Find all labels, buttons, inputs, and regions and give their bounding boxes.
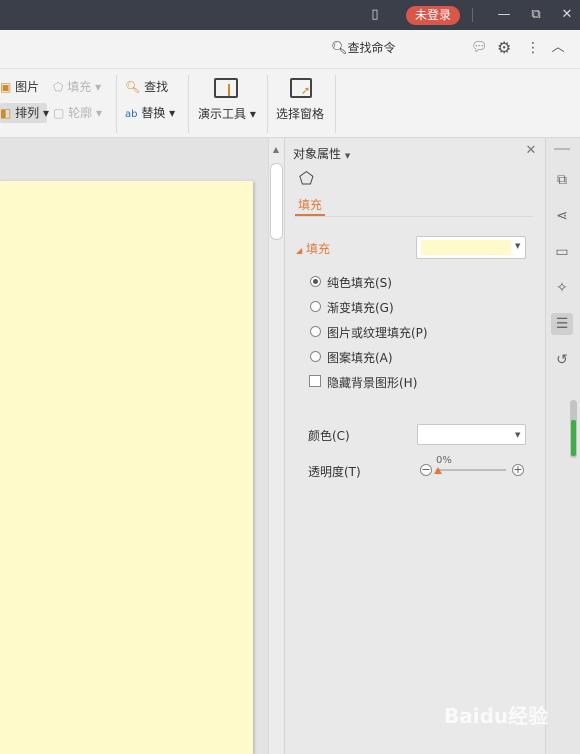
presentation-tools-label: 演示工具 bbox=[198, 107, 247, 121]
share-icon[interactable]: ⋖ bbox=[551, 205, 573, 227]
gear-icon[interactable]: ⚙ bbox=[497, 39, 515, 57]
transparency-value: 0% bbox=[436, 455, 452, 466]
properties-icon[interactable]: ☰ bbox=[551, 313, 573, 335]
divider bbox=[295, 216, 533, 217]
chevron-down-icon: ▼ bbox=[515, 242, 521, 250]
close-window-icon[interactable]: ✕ bbox=[556, 0, 578, 30]
presentation-tools-label-wrap: 演示工具 ▾ bbox=[198, 107, 256, 121]
archive-icon[interactable]: ▭ bbox=[551, 241, 573, 263]
ribbon-divider bbox=[335, 75, 336, 133]
fill-color-dropdown[interactable]: ▼ bbox=[416, 236, 526, 259]
option-label: 纯色填充(S) bbox=[327, 276, 392, 290]
selection-pane-icon: ➚ bbox=[290, 78, 312, 98]
search-command-label: 查找命令 bbox=[347, 41, 396, 55]
history-icon[interactable]: ↺ bbox=[551, 349, 573, 371]
fill-button[interactable]: ⬠ 填充 ▾ bbox=[53, 79, 101, 95]
fill-color-swatch bbox=[421, 240, 511, 255]
slide[interactable] bbox=[0, 181, 253, 754]
arrange-button[interactable]: ◧ 排列 ▾ bbox=[0, 103, 49, 123]
section-fill-header[interactable]: ◢ 填充 bbox=[296, 240, 330, 257]
selection-pane-label: 选择窗格 bbox=[276, 107, 325, 121]
tab-fill[interactable]: 填充 bbox=[298, 196, 322, 213]
login-button[interactable]: 未登录 bbox=[406, 6, 460, 25]
hide-background-checkbox[interactable]: 隐藏背景图形(H) bbox=[309, 374, 509, 390]
presenter-mark bbox=[228, 84, 240, 96]
search-icon: 🔍︎ bbox=[331, 41, 348, 56]
arrange-label: 排列 bbox=[15, 106, 40, 120]
picture-button[interactable]: ▣ 图片 bbox=[0, 79, 39, 95]
slider-thumb[interactable] bbox=[434, 467, 442, 474]
panel-title: 对象属性 bbox=[293, 147, 342, 161]
device-icon[interactable]: ▯ bbox=[364, 0, 386, 30]
sidebar-grip bbox=[554, 148, 570, 150]
option-picture-fill[interactable]: 图片或纹理填充(P) bbox=[309, 324, 509, 340]
sidebar-scrollbar[interactable] bbox=[570, 400, 577, 458]
replace-label: 替换 bbox=[141, 106, 166, 120]
fill-label: 填充 bbox=[67, 80, 92, 94]
chevron-down-icon: ▼ bbox=[515, 431, 521, 439]
ribbon-divider bbox=[267, 75, 268, 133]
option-label: 图案填充(A) bbox=[327, 351, 393, 365]
magic-icon[interactable]: ✧ bbox=[551, 277, 573, 299]
object-properties-panel bbox=[284, 138, 546, 754]
scrollbar-thumb[interactable] bbox=[270, 163, 283, 240]
fill-bucket-icon: ⬠ bbox=[53, 80, 64, 94]
ribbon-divider bbox=[116, 75, 117, 133]
chevron-down-icon: ▼ bbox=[344, 152, 351, 160]
outline-label: 轮廓 bbox=[68, 106, 93, 120]
option-label: 渐变填充(G) bbox=[327, 301, 394, 315]
triangle-icon: ◢ bbox=[296, 246, 303, 255]
outline-button[interactable]: ▢ 轮廓 ▾ bbox=[53, 105, 102, 121]
increase-icon[interactable]: + bbox=[512, 464, 524, 476]
presentation-tools-button[interactable]: 演示工具 ▾ bbox=[197, 74, 259, 130]
restore-icon[interactable]: ⧉ bbox=[525, 0, 547, 30]
option-pattern-fill[interactable]: 图案填充(A) bbox=[309, 349, 509, 365]
arrange-icon: ◧ bbox=[0, 106, 12, 120]
more-icon[interactable]: ⋮ bbox=[526, 39, 540, 57]
transparency-label: 透明度(T) bbox=[308, 465, 361, 479]
panel-title-dropdown[interactable]: 对象属性 ▼ bbox=[293, 145, 350, 162]
replace-icon: ab bbox=[125, 109, 138, 120]
watermark: Baidu经验 bbox=[444, 704, 549, 728]
radio-gradient bbox=[310, 301, 321, 312]
fill-bucket-icon[interactable]: ⬠ bbox=[299, 168, 321, 190]
selection-pane-button[interactable]: ➚ 选择窗格 bbox=[275, 74, 329, 130]
replace-button[interactable]: ab 替换 ▾ bbox=[125, 105, 175, 123]
radio-picture bbox=[310, 326, 321, 337]
radio-pattern bbox=[310, 351, 321, 362]
transform-icon[interactable]: ⧉ bbox=[551, 169, 573, 191]
option-solid-fill[interactable]: 纯色填充(S) bbox=[309, 274, 509, 290]
scroll-up-icon[interactable]: ▲ bbox=[271, 145, 281, 155]
hide-background-label: 隐藏背景图形(H) bbox=[327, 376, 418, 390]
radio-solid bbox=[310, 276, 321, 287]
sidebar-scroll-thumb[interactable] bbox=[571, 420, 576, 456]
ribbon-divider bbox=[188, 75, 189, 133]
find-icon: 🔍︎ bbox=[125, 80, 141, 94]
picture-label: 图片 bbox=[15, 80, 40, 94]
divider bbox=[472, 8, 473, 22]
option-gradient-fill[interactable]: 渐变填充(G) bbox=[309, 299, 509, 315]
checkbox-box bbox=[309, 375, 321, 387]
search-command-button[interactable]: 🔍︎查找命令 bbox=[331, 39, 396, 57]
command-bar bbox=[0, 30, 580, 69]
find-button[interactable]: 🔍︎ 查找 bbox=[125, 79, 168, 95]
option-label: 图片或纹理填充(P) bbox=[327, 326, 428, 340]
section-fill-label: 填充 bbox=[305, 242, 330, 256]
presentation-tools-icon bbox=[214, 78, 238, 98]
find-label: 查找 bbox=[144, 80, 169, 94]
collapse-ribbon-icon[interactable]: ︿ bbox=[548, 39, 568, 57]
cursor-mark: ➚ bbox=[301, 84, 311, 97]
color-dropdown[interactable]: ▼ bbox=[417, 424, 526, 445]
color-label: 颜色(C) bbox=[308, 429, 350, 443]
minimize-icon[interactable]: — bbox=[493, 0, 515, 30]
transparency-slider[interactable] bbox=[436, 469, 506, 471]
decrease-icon[interactable]: − bbox=[420, 464, 432, 476]
picture-icon: ▣ bbox=[0, 80, 12, 94]
close-icon[interactable]: ✕ bbox=[524, 143, 538, 159]
chat-icon[interactable]: 💬︎ bbox=[471, 40, 488, 56]
outline-icon: ▢ bbox=[53, 106, 65, 120]
